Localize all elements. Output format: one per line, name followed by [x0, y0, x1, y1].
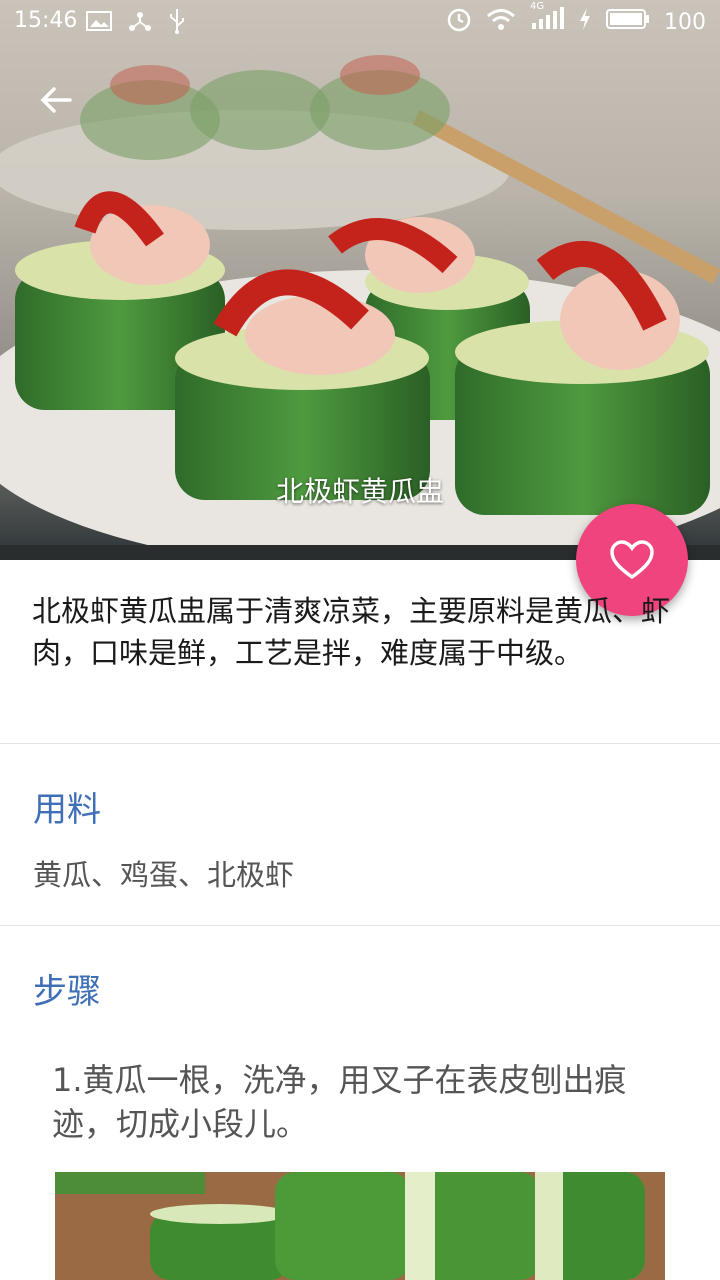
status-system-icons: 4G 100 — [446, 1, 706, 38]
battery-level: 100 — [664, 9, 706, 35]
ingredients-list: 黄瓜、鸡蛋、北极虾 — [33, 858, 295, 892]
image-icon — [86, 10, 112, 38]
arrow-left-icon — [40, 87, 72, 113]
divider — [0, 925, 720, 926]
charging-icon — [578, 7, 592, 37]
battery-icon — [606, 7, 650, 37]
status-time: 15:46 — [14, 8, 78, 33]
heart-icon — [610, 540, 654, 580]
wifi-icon — [486, 8, 516, 36]
recipe-hero-image: 北极虾黄瓜盅 — [0, 0, 720, 560]
status-notification-icons — [86, 8, 186, 40]
recipe-description: 北极虾黄瓜盅属于清爽凉菜，主要原料是黄瓜、虾肉，口味是鲜，工艺是拌，难度属于中级… — [32, 594, 671, 670]
steps-title: 步骤 — [33, 972, 101, 1012]
signal-icon: 4G — [530, 1, 564, 37]
step-text: 1.黄瓜一根，洗净，用叉子在表皮刨出痕迹，切成小段儿。 — [52, 1061, 627, 1143]
ingredients-title: 用料 — [33, 790, 101, 830]
back-button[interactable] — [28, 72, 84, 128]
divider — [0, 743, 720, 744]
step-image — [55, 1172, 665, 1280]
step-photo — [55, 1172, 665, 1280]
alarm-icon — [446, 6, 472, 38]
usb-share-icon — [128, 9, 152, 39]
network-type-label: 4G — [530, 1, 545, 12]
usb-icon — [168, 8, 186, 40]
status-bar: 15:46 4G 100 — [0, 0, 720, 44]
hero-caption: 北极虾黄瓜盅 — [275, 475, 444, 508]
